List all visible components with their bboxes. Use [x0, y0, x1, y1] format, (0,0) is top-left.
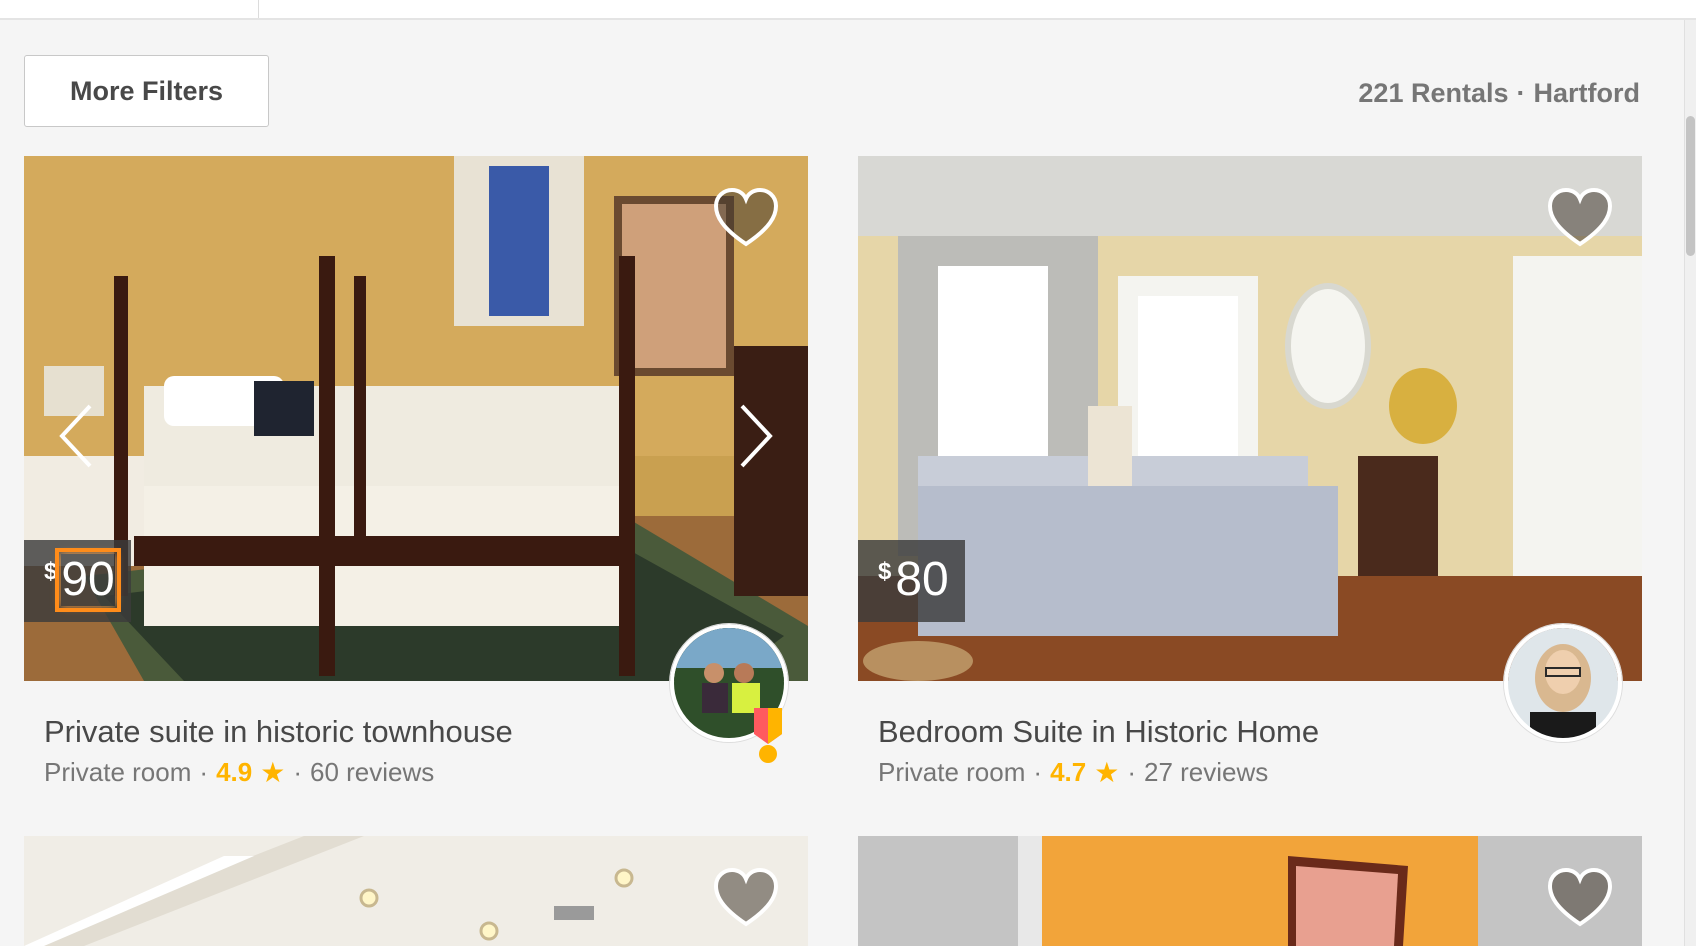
- listing-meta: Private room · 4.9 ★ · 60 reviews: [44, 756, 434, 789]
- heart-icon[interactable]: [712, 866, 780, 930]
- price-currency: $: [878, 558, 892, 585]
- listing-card[interactable]: $ 80 Bedroom Suite in Historic Home Priv…: [858, 156, 1642, 788]
- room-photo: [24, 836, 808, 946]
- room-type: Private room: [44, 757, 192, 787]
- listing-title[interactable]: Private suite in historic townhouse: [44, 714, 513, 750]
- price-currency: $: [44, 558, 58, 585]
- listing-meta: Private room · 4.7 ★ · 27 reviews: [878, 756, 1268, 789]
- price-tag: $ 80: [858, 540, 965, 622]
- superhost-badge-icon: [754, 708, 782, 763]
- meta-separator: ·: [1127, 757, 1136, 787]
- summary-separator: ·: [1516, 78, 1526, 108]
- top-bar: [0, 0, 1696, 20]
- rentals-summary: 221 Rentals · Hartford: [1358, 78, 1640, 109]
- room-type: Private room: [878, 757, 1026, 787]
- listing-photo[interactable]: [24, 836, 808, 946]
- meta-separator: ·: [293, 757, 302, 787]
- rentals-count: 221 Rentals: [1358, 78, 1509, 108]
- listing-title[interactable]: Bedroom Suite in Historic Home: [878, 714, 1319, 750]
- meta-separator: ·: [199, 757, 209, 787]
- star-icon: ★: [260, 757, 286, 788]
- chevron-left-icon[interactable]: [54, 396, 104, 476]
- room-photo: [858, 836, 1642, 946]
- top-bar-divider: [258, 0, 259, 18]
- heart-icon[interactable]: [1546, 866, 1614, 930]
- scrollbar-track[interactable]: [1684, 20, 1696, 946]
- host-avatar[interactable]: [1504, 624, 1622, 742]
- listing-card[interactable]: [24, 836, 808, 946]
- listing-photo[interactable]: [858, 836, 1642, 946]
- star-icon: ★: [1094, 757, 1120, 788]
- heart-icon[interactable]: [712, 186, 780, 250]
- heart-icon[interactable]: [1546, 186, 1614, 250]
- price-tag: $ 90: [24, 540, 131, 622]
- meta-separator: ·: [1033, 757, 1043, 787]
- review-count: 27 reviews: [1144, 757, 1269, 787]
- listing-card[interactable]: [858, 836, 1642, 946]
- chevron-right-icon[interactable]: [728, 396, 778, 476]
- price-amount: 90: [55, 548, 121, 612]
- bedroom-photo: [24, 156, 808, 681]
- rentals-city: Hartford: [1533, 78, 1641, 108]
- rating-value: 4.9: [216, 757, 253, 787]
- scrollbar-thumb[interactable]: [1686, 116, 1695, 256]
- listing-photo[interactable]: $ 90: [24, 156, 808, 681]
- price-amount: 80: [895, 553, 949, 606]
- listing-photo[interactable]: $ 80: [858, 156, 1642, 681]
- rating-value: 4.7: [1050, 757, 1087, 787]
- more-filters-button[interactable]: More Filters: [24, 55, 269, 127]
- host-photo: [1508, 628, 1618, 738]
- review-count: 60 reviews: [310, 757, 435, 787]
- bedroom-photo: [858, 156, 1642, 681]
- listing-card[interactable]: $ 90 Private suite in historic townhouse…: [24, 156, 808, 788]
